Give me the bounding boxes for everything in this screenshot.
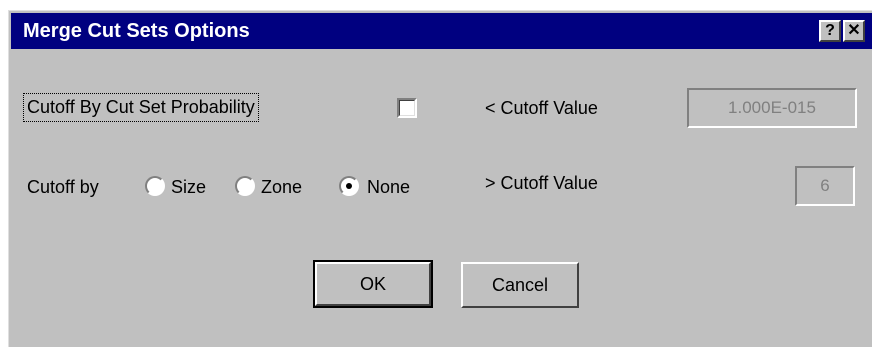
- cancel-button-label: Cancel: [491, 275, 549, 295]
- radio-none-label[interactable]: None: [367, 177, 410, 198]
- less-cutoff-value-label: < Cutoff Value: [485, 98, 598, 118]
- merge-cut-sets-dialog: Merge Cut Sets Options ? ✕ Cutoff By Cut…: [8, 10, 872, 347]
- radio-size-label[interactable]: Size: [171, 177, 206, 198]
- cancel-button[interactable]: Cancel: [461, 262, 579, 308]
- radio-zone-label[interactable]: Zone: [261, 177, 302, 198]
- help-icon[interactable]: ?: [819, 20, 841, 42]
- radio-size[interactable]: [145, 176, 165, 196]
- title-bar[interactable]: Merge Cut Sets Options ? ✕: [11, 13, 872, 49]
- radio-zone[interactable]: [235, 176, 255, 196]
- greater-cutoff-value-label: > Cutoff Value: [485, 173, 598, 193]
- close-icon[interactable]: ✕: [843, 20, 865, 42]
- ok-button[interactable]: OK: [313, 260, 433, 308]
- radio-none[interactable]: [339, 176, 359, 196]
- ok-button-label: OK: [359, 274, 386, 294]
- cutoff-probability-checkbox[interactable]: [397, 98, 417, 118]
- cutoff-probability-label[interactable]: Cutoff By Cut Set Probability: [23, 93, 259, 122]
- less-cutoff-value-input[interactable]: 1.000E-015: [687, 88, 857, 128]
- greater-cutoff-value-input[interactable]: 6: [795, 166, 855, 206]
- radio-dot: [346, 183, 352, 189]
- cutoff-by-label: Cutoff by: [27, 177, 99, 197]
- window-title: Merge Cut Sets Options: [23, 20, 250, 42]
